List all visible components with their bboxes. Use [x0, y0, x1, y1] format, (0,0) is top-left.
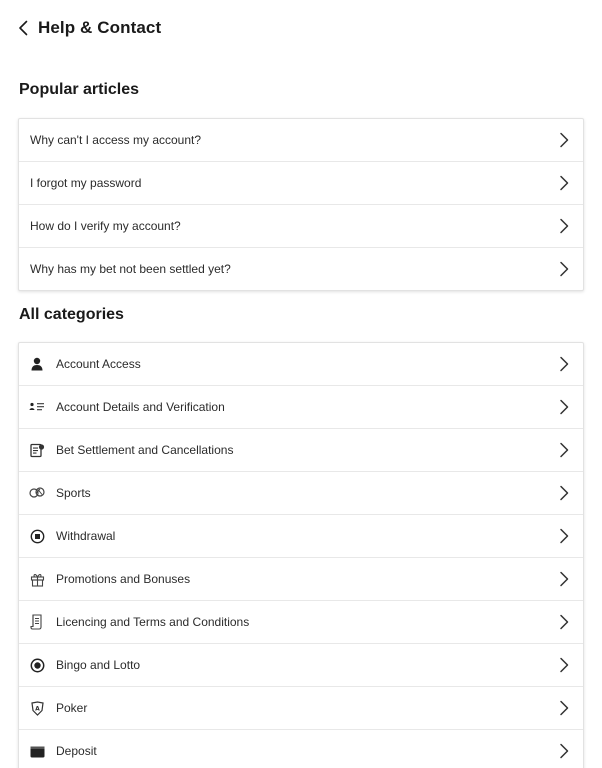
gift-icon [29, 571, 45, 587]
category-item-account-access[interactable]: Account Access [19, 343, 583, 386]
bingo-ball-icon [29, 657, 45, 673]
chevron-right-icon [559, 356, 569, 372]
chevron-right-icon [559, 399, 569, 415]
category-item-bingo-lotto[interactable]: Bingo and Lotto [19, 644, 583, 687]
category-item-deposit[interactable]: Deposit [19, 730, 583, 768]
popular-articles-heading: Popular articles [19, 81, 140, 98]
popular-article-item[interactable]: I forgot my password [19, 162, 583, 205]
category-item-sports[interactable]: Sports [19, 472, 583, 515]
category-item-account-details[interactable]: Account Details and Verification [19, 386, 583, 429]
category-item-poker[interactable]: A Poker [19, 687, 583, 730]
chevron-right-icon [559, 743, 569, 759]
categories-list: Account Access Account Details and Verif… [18, 342, 584, 768]
chevron-right-icon [559, 218, 569, 234]
category-item-licencing[interactable]: Licencing and Terms and Conditions [19, 601, 583, 644]
category-label: Bingo and Lotto [56, 658, 141, 672]
bet-slip-icon [29, 442, 45, 458]
category-label: Bet Settlement and Cancellations [56, 443, 234, 457]
chevron-right-icon [559, 571, 569, 587]
help-contact-page: Help & Contact Popular articles Why can'… [0, 0, 602, 768]
svg-text:A: A [35, 705, 40, 712]
category-label: Licencing and Terms and Conditions [56, 615, 250, 629]
popular-article-label: Why has my bet not been settled yet? [30, 262, 231, 276]
document-scroll-icon [29, 614, 45, 630]
chevron-left-icon[interactable] [14, 19, 32, 37]
category-item-withdrawal[interactable]: Withdrawal [19, 515, 583, 558]
chevron-right-icon [559, 614, 569, 630]
popular-article-item[interactable]: Why has my bet not been settled yet? [19, 248, 583, 290]
popular-article-label: Why can't I access my account? [30, 133, 202, 147]
chevron-right-icon [559, 700, 569, 716]
id-card-icon [29, 399, 45, 415]
category-label: Promotions and Bonuses [56, 572, 191, 586]
chevron-right-icon [559, 657, 569, 673]
category-label: Account Details and Verification [56, 400, 225, 414]
page-title: Help & Contact [38, 18, 162, 37]
sports-balls-icon [29, 485, 45, 501]
category-label: Sports [56, 486, 91, 500]
wallet-icon [29, 743, 45, 759]
person-icon [29, 356, 45, 372]
category-label: Account Access [56, 357, 141, 371]
category-label: Poker [56, 701, 88, 715]
category-item-bet-settlement[interactable]: Bet Settlement and Cancellations [19, 429, 583, 472]
category-label: Withdrawal [56, 529, 116, 543]
popular-articles-list: Why can't I access my account? I forgot … [18, 118, 584, 291]
chevron-right-icon [559, 528, 569, 544]
chevron-right-icon [559, 261, 569, 277]
chevron-right-icon [559, 485, 569, 501]
category-label: Deposit [56, 744, 97, 758]
all-categories-heading: All categories [19, 306, 124, 323]
chevron-right-icon [559, 442, 569, 458]
poker-shield-icon: A [29, 700, 45, 716]
popular-article-item[interactable]: How do I verify my account? [19, 205, 583, 248]
category-item-promotions[interactable]: Promotions and Bonuses [19, 558, 583, 601]
popular-article-label: I forgot my password [30, 176, 142, 190]
popular-article-item[interactable]: Why can't I access my account? [19, 119, 583, 162]
popular-article-label: How do I verify my account? [30, 219, 181, 233]
chevron-right-icon [559, 175, 569, 191]
withdrawal-icon [29, 528, 45, 544]
back-header[interactable]: Help & Contact [14, 14, 161, 42]
chevron-right-icon [559, 132, 569, 148]
